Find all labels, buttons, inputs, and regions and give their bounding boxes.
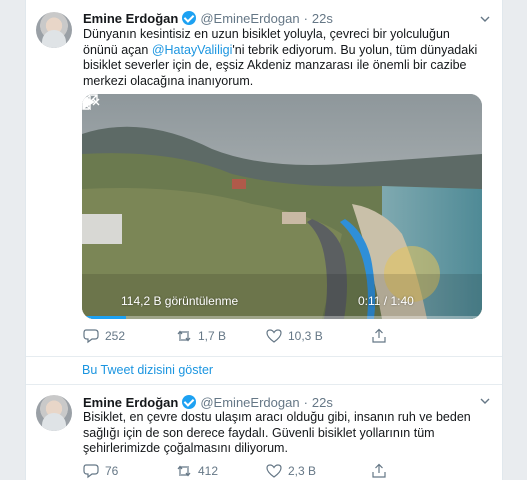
reply-button[interactable]: 252 [83, 328, 125, 344]
tweet-time[interactable]: 22s [312, 11, 333, 26]
retweet-button[interactable]: 412 [176, 463, 218, 479]
like-button[interactable]: 10,3 B [266, 328, 323, 344]
caret-down-icon[interactable] [480, 396, 490, 406]
expand-icon[interactable] [82, 94, 98, 110]
video-time: 0:11 / 1:40 [358, 294, 414, 308]
share-button[interactable] [371, 328, 387, 344]
tweet-header: Emine Erdoğan @EmineErdogan · 22s [83, 394, 333, 410]
timeline-feed: Emine Erdoğan @EmineErdogan · 22s Dünyan… [26, 0, 502, 480]
avatar[interactable] [36, 395, 72, 431]
tweet[interactable]: Emine Erdoğan @EmineErdogan · 22s Bisikl… [26, 384, 502, 480]
reply-icon [83, 329, 99, 344]
tweet[interactable]: Emine Erdoğan @EmineErdogan · 22s Dünyan… [26, 0, 502, 356]
retweet-count: 412 [198, 464, 219, 478]
right-gutter [502, 0, 527, 480]
tweet-actions: 76 412 2,3 B [83, 463, 483, 480]
reply-icon [83, 464, 99, 479]
avatar[interactable] [36, 12, 72, 48]
like-icon [266, 329, 282, 343]
reply-button[interactable]: 76 [83, 463, 118, 479]
like-count: 2,3 B [288, 464, 317, 478]
mention-link[interactable]: @HatayValiligi [152, 43, 233, 57]
reply-count: 252 [105, 329, 126, 343]
author-name[interactable]: Emine Erdoğan [83, 395, 178, 410]
left-gutter [0, 0, 26, 480]
reply-count: 76 [105, 464, 119, 478]
share-icon [372, 463, 386, 478]
retweet-count: 1,7 B [198, 329, 227, 343]
video-frame [82, 94, 482, 319]
verified-badge-icon [182, 11, 197, 25]
share-button[interactable] [371, 463, 387, 479]
separator-dot: · [303, 10, 308, 26]
divider [26, 356, 502, 357]
separator-dot: · [303, 394, 308, 410]
tweet-actions: 252 1,7 B 10,3 B [83, 328, 483, 346]
tweet-text: Dünyanın kesintisiz en uzun bisiklet yol… [83, 27, 488, 89]
retweet-button[interactable]: 1,7 B [176, 328, 226, 344]
verified-badge-icon [182, 395, 197, 409]
tweet-header: Emine Erdoğan @EmineErdogan · 22s [83, 10, 333, 26]
like-icon [266, 464, 282, 478]
caret-down-icon[interactable] [480, 14, 490, 24]
view-count: 114,2 B görüntülenme [121, 294, 239, 308]
show-thread-link[interactable]: Bu Tweet dizisini göster [82, 363, 213, 377]
like-button[interactable]: 2,3 B [266, 463, 316, 479]
retweet-icon [177, 330, 191, 342]
author-name[interactable]: Emine Erdoğan [83, 11, 178, 26]
share-icon [372, 328, 386, 343]
like-count: 10,3 B [288, 329, 323, 343]
video-progress-fill [82, 316, 126, 319]
tweet-text: Bisiklet, en çevre dostu ulaşım aracı ol… [83, 410, 471, 455]
video-player[interactable]: 114,2 B görüntülenme 0:11 / 1:40 [82, 94, 482, 319]
retweet-icon [177, 465, 191, 477]
tweet-time[interactable]: 22s [312, 395, 333, 410]
author-handle[interactable]: @EmineErdogan [200, 11, 299, 26]
author-handle[interactable]: @EmineErdogan [200, 395, 299, 410]
video-progress-bar[interactable] [82, 316, 482, 319]
